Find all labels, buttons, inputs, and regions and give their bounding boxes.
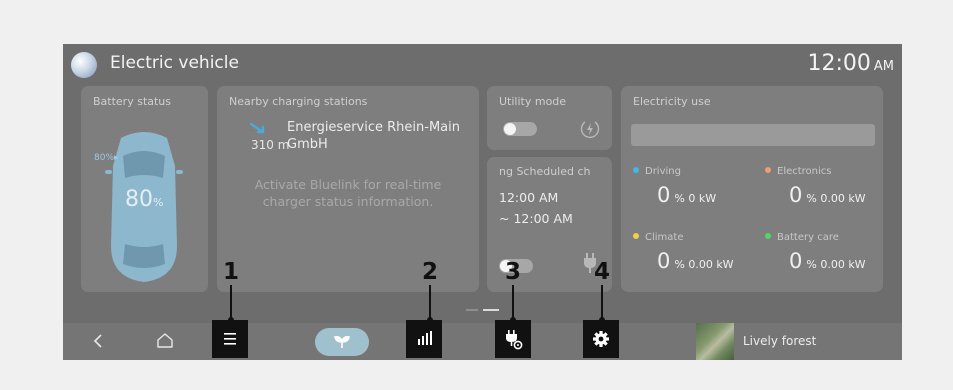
gear-icon — [593, 331, 609, 347]
energy-stats-button[interactable] — [406, 320, 442, 358]
legend-driving: Driving — [633, 166, 681, 177]
home-icon[interactable] — [155, 331, 175, 351]
callout-3-number: 3 — [504, 259, 521, 285]
callout-4-number: 4 — [593, 259, 610, 285]
menu-icon — [224, 333, 236, 345]
callout-1-number: 1 — [222, 259, 239, 285]
battery-level-value: 80 — [125, 187, 153, 212]
chevron-left-icon[interactable] — [91, 331, 105, 351]
legend-dot — [765, 167, 771, 173]
callout-2-number: 2 — [421, 259, 438, 285]
callout-3-line — [512, 285, 514, 319]
plug-gear-icon — [506, 330, 523, 350]
value-number: 0 — [789, 249, 803, 273]
legend-dot — [633, 167, 639, 173]
value-number: 0 — [789, 183, 803, 207]
battery-level: 80% — [125, 187, 163, 212]
electricity-use-card[interactable]: Electricity use Driving 0% 0 kW Electron… — [621, 86, 883, 292]
legend-dot — [633, 233, 639, 239]
leaf-icon — [334, 336, 350, 348]
value-unit: % 0.00 kW — [674, 258, 734, 271]
page-indicator-active[interactable] — [483, 309, 499, 311]
station-name: Energieservice Rhein-Main GmbH — [287, 120, 460, 152]
battery-care-value: 0% 0.00 kW — [789, 249, 866, 273]
legend-label: Battery care — [777, 232, 839, 243]
nearby-stations-title: Nearby charging stations — [229, 95, 368, 108]
page-indicator-dot[interactable] — [466, 309, 478, 311]
utility-mode-title: Utility mode — [499, 95, 567, 108]
menu-button[interactable] — [212, 320, 248, 358]
callout-1-line — [230, 285, 232, 319]
station-distance: 310 m — [251, 138, 290, 152]
header-bar: Electric vehicle 12:00 AM — [63, 44, 902, 86]
legend-climate: Climate — [633, 232, 683, 243]
battery-percent-sign: % — [153, 196, 164, 209]
value-unit: % 0 kW — [674, 192, 717, 205]
climate-value: 0% 0.00 kW — [657, 249, 734, 273]
bluelink-message: Activate Bluelink for real-time charger … — [254, 177, 442, 209]
driving-value: 0% 0 kW — [657, 183, 716, 207]
legend-label: Electronics — [777, 166, 832, 177]
value-unit: % 0.00 kW — [806, 258, 866, 271]
app-icon — [71, 52, 97, 78]
value-unit: % 0.00 kW — [806, 192, 866, 205]
battery-status-title: Battery status — [93, 95, 172, 108]
bottom-dock: Lively forest — [63, 323, 902, 360]
value-number: 0 — [657, 249, 671, 273]
callout-1-dot — [228, 317, 234, 323]
callout-4-dot — [599, 317, 605, 323]
ev-screen: Electric vehicle 12:00 AM Battery status … — [63, 44, 902, 360]
lightning-icon — [580, 121, 600, 139]
legend-battery-care: Battery care — [765, 232, 839, 243]
battery-target-marker: 80%▸ — [94, 153, 119, 163]
legend-label: Driving — [645, 166, 681, 177]
electricity-usage-bar — [631, 124, 875, 146]
scheduled-end-time: ~ 12:00 AM — [499, 211, 573, 226]
callout-3-dot — [510, 317, 516, 323]
utility-mode-card[interactable]: Utility mode — [487, 86, 612, 150]
legend-electronics: Electronics — [765, 166, 832, 177]
callout-2-line — [429, 285, 431, 319]
scheduled-charging-title: ng Scheduled ch — [499, 165, 591, 178]
app-title: Electric vehicle — [110, 53, 239, 73]
callout-2-dot — [427, 317, 433, 323]
bar-chart-icon — [418, 331, 432, 345]
electricity-use-title: Electricity use — [633, 95, 711, 108]
charging-settings-button[interactable] — [495, 320, 531, 358]
callout-4-line — [601, 285, 603, 319]
value-number: 0 — [657, 183, 671, 207]
scheduled-start-time: 12:00 AM — [499, 190, 559, 205]
clock-ampm: AM — [873, 59, 894, 74]
media-thumbnail[interactable] — [696, 323, 734, 360]
electronics-value: 0% 0.00 kW — [789, 183, 866, 207]
clock-time: 12:00 — [807, 51, 871, 76]
battery-status-card[interactable]: Battery status 80%▸ 80% — [81, 86, 208, 292]
settings-button[interactable] — [583, 320, 619, 358]
utility-mode-toggle[interactable] — [503, 122, 537, 136]
legend-label: Climate — [645, 232, 684, 243]
media-title[interactable]: Lively forest — [743, 334, 816, 348]
direction-arrow-icon — [249, 122, 265, 134]
eco-button[interactable] — [315, 328, 369, 356]
clock: 12:00 AM — [807, 51, 894, 76]
legend-dot — [765, 233, 771, 239]
